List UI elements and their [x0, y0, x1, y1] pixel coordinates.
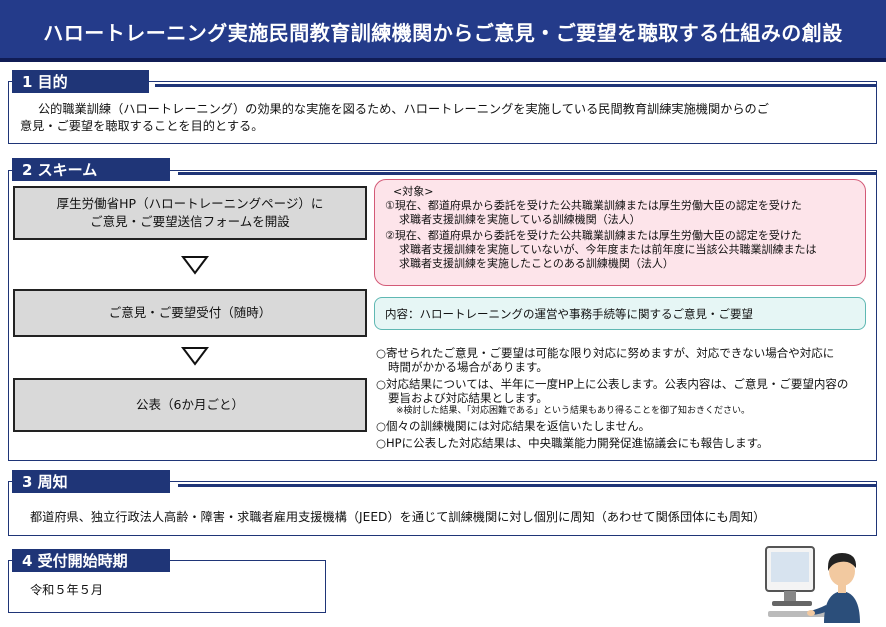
flow-step-receive: ご意見・ご要望受付（随時） [13, 289, 367, 337]
note1-line1: ○寄せられたご意見・ご要望は可能な限り対応に努めますが、対応できない場合や対応に [376, 346, 835, 360]
target-box: <対象> ①現在、都道府県から委託を受けた公共職業訓練または厚生労働大臣の認定を… [374, 179, 866, 286]
down-triangle-icon [181, 256, 209, 275]
note2-line2: 要旨および対応結果とします。 [388, 391, 548, 405]
flow-step-receive-label: ご意見・ご要望受付（随時） [108, 305, 272, 320]
note2-line1: ○対応結果については、半年に一度HP上に公表します。公表内容は、ご意見・ご要望内… [376, 377, 849, 391]
content-text: 内容：ハロートレーニングの運営や事務手続等に関するご意見・ご要望 [385, 306, 753, 321]
flow-step-publish: 公表（6か月ごと） [13, 378, 367, 432]
section3-heading-line [178, 484, 877, 487]
flow-step-open-form-line1: 厚生労働省HP（ハロートレーニングページ）に [56, 196, 324, 211]
note4: ○HPに公表した対応結果は、中央職業能力開発促進協議会にも報告します。 [376, 436, 769, 450]
down-triangle-icon [181, 347, 209, 366]
note3: ○個々の訓練機関には対応結果を返信いたしません。 [376, 419, 651, 433]
content-box: 内容：ハロートレーニングの運営や事務手続等に関するご意見・ご要望 [374, 297, 866, 330]
person-at-computer-icon [765, 546, 860, 623]
flow-step-publish-label: 公表（6か月ごと） [136, 397, 244, 412]
section2-heading: 2 スキーム [12, 158, 170, 181]
flow-step-open-form: 厚生労働省HP（ハロートレーニングページ）に ご意見・ご要望送信フォームを開設 [13, 186, 367, 240]
section4-heading: 4 受付開始時期 [12, 549, 170, 572]
target-label: <対象> [393, 185, 434, 198]
target-item2-line3: 求職者支援訓練を実施したことのある訓練機関（法人） [399, 257, 674, 270]
section1-heading-line [155, 84, 877, 87]
target-item1-line2: 求職者支援訓練を実施している訓練機関（法人） [399, 213, 641, 226]
note1-line2: 時間がかかる場合があります。 [388, 360, 548, 374]
section3-text: 都道府県、独立行政法人高齢・障害・求職者雇用支援機構（JEED）を通じて訓練機関… [30, 510, 766, 524]
section1-text-line2: 意見・ご要望を聴取することを目的とする。 [20, 119, 264, 133]
section2-heading-line [178, 172, 877, 175]
section3-heading: 3 周知 [12, 470, 170, 493]
target-item1-line1: ①現在、都道府県から委託を受けた公共職業訓練または厚生労働大臣の認定を受けた [385, 199, 802, 212]
section1-text-line1: 公的職業訓練（ハロートレーニング）の効果的な実施を図るため、ハロートレーニングを… [38, 102, 769, 116]
notes-block: ○寄せられたご意見・ご要望は可能な限り対応に努めますが、対応できない場合や対応に… [376, 346, 872, 450]
target-item2-line2: 求職者支援訓練を実施していないが、今年度または前年度に当該公共職業訓練または [399, 243, 817, 256]
section4-text: 令和５年５月 [30, 583, 104, 597]
page-title: ハロートレーニング実施民間教育訓練機関からご意見・ご要望を聴取する仕組みの創設 [43, 20, 843, 45]
note2-small: ※検討した結果、「対応困難である」という結果もあり得ることを御了知おきください。 [396, 406, 750, 416]
flow-step-open-form-line2: ご意見・ご要望送信フォームを開設 [90, 214, 290, 229]
target-item2-line1: ②現在、都道府県から委託を受けた公共職業訓練または厚生労働大臣の認定を受けた [385, 229, 802, 242]
section1-heading: 1 目的 [12, 70, 149, 93]
